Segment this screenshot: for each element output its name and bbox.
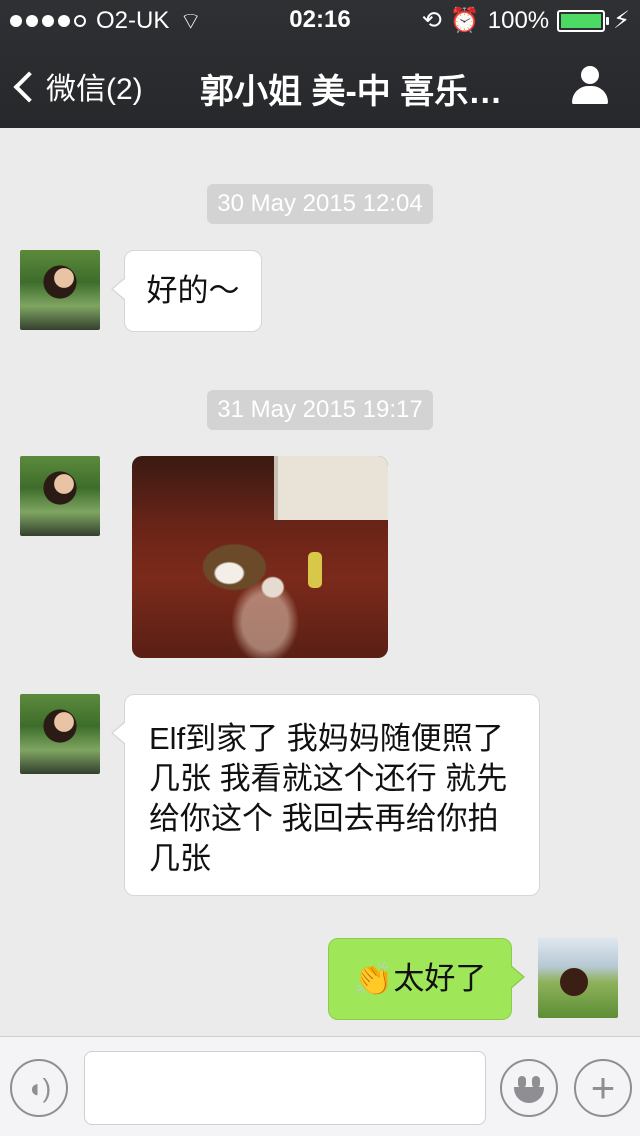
status-right: ⟲ ⏰ 100% ⚡ (422, 6, 630, 35)
voice-button[interactable]: ◖) (10, 1059, 68, 1117)
avatar-self[interactable] (538, 938, 618, 1018)
message-text: 太好了 (393, 961, 487, 996)
image-message[interactable] (132, 456, 388, 658)
photo-table (274, 456, 388, 520)
chevron-left-icon (13, 71, 45, 103)
person-icon[interactable] (570, 66, 610, 106)
smiley-icon (502, 1061, 556, 1115)
message-bubble[interactable]: 好的～ (111, 250, 262, 332)
chat-title: 郭小姐 美-中 喜乐… (200, 73, 503, 111)
message-line: 给你这个 我回去再给你拍 (149, 801, 499, 836)
person-icon-head (581, 66, 599, 84)
avatar[interactable] (20, 250, 100, 330)
avatar[interactable] (20, 694, 100, 774)
alarm-icon: ⏰ (449, 7, 480, 34)
photo-bottle (308, 552, 322, 588)
battery-percent: 100% (487, 6, 550, 34)
battery-fill (561, 13, 602, 28)
message-bubble-outgoing[interactable]: 👏 太好了 (328, 938, 525, 1020)
timestamp-label: 30 May 2015 12:04 (207, 184, 433, 224)
back-label: 微信(2) (46, 73, 143, 106)
message-text-block: Elf到家了 我妈妈随便照了 几张 我看就这个还行 就先 给你这个 我回去再给你… (125, 695, 539, 879)
timestamp: 31 May 2015 19:17 (0, 390, 640, 430)
person-icon-body (572, 86, 608, 104)
status-bar: O2-UK ⌔ 02:16 ⟲ ⏰ 100% ⚡ (0, 0, 640, 40)
back-button[interactable]: 微信(2) (13, 64, 143, 108)
plus-icon: + (590, 1064, 616, 1111)
avatar[interactable] (20, 456, 100, 536)
nav-bar: 微信(2) 郭小姐 美-中 喜乐… (0, 48, 640, 128)
charging-icon: ⚡ (613, 7, 630, 34)
message-line: Elf到家了 我妈妈随便照了 (149, 721, 504, 756)
message-bubble[interactable]: Elf到家了 我妈妈随便照了 几张 我看就这个还行 就先 给你这个 我回去再给你… (111, 694, 540, 896)
input-bar: ◖) + (0, 1036, 640, 1136)
rotation-lock-icon: ⟲ (421, 7, 442, 34)
timestamp-label: 31 May 2015 19:17 (207, 390, 433, 430)
top-bar: O2-UK ⌔ 02:16 ⟲ ⏰ 100% ⚡ 微信(2) 郭小姐 美-中 喜… (0, 0, 640, 128)
voice-icon: ◖) (26, 1073, 52, 1103)
timestamp: 30 May 2015 12:04 (0, 184, 640, 224)
message-text: 好的～ (146, 273, 240, 308)
message-input[interactable] (84, 1051, 486, 1125)
battery-icon (557, 9, 610, 32)
smiley-mouth (514, 1087, 544, 1103)
emoji-button[interactable] (500, 1059, 558, 1117)
message-line: 几张 我看就这个还行 就先 (149, 761, 508, 796)
more-button[interactable]: + (574, 1059, 632, 1117)
clapping-hands-icon: 👏 (353, 961, 394, 997)
message-line: 几张 (149, 841, 211, 876)
